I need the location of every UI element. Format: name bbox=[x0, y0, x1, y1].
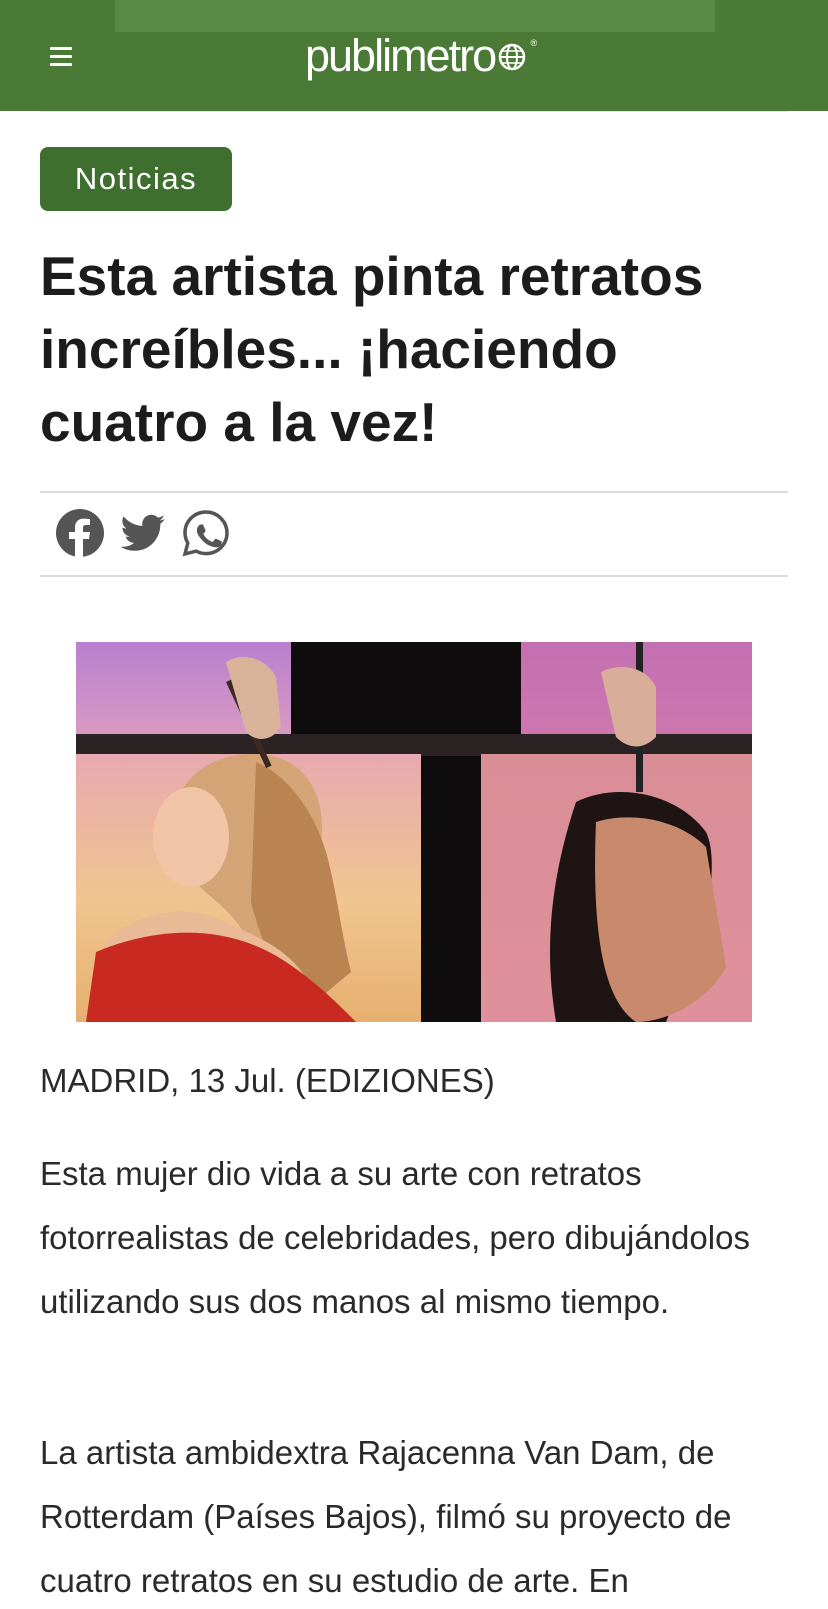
share-divider-bottom bbox=[40, 575, 788, 577]
logo-registered-mark: ® bbox=[530, 38, 538, 48]
logo-text: publimetro bbox=[305, 29, 497, 81]
site-logo[interactable]: publimetro ® bbox=[305, 29, 537, 81]
article-paragraph-1: Esta mujer dio vida a su arte con retrat… bbox=[40, 1155, 750, 1320]
article-title: Esta artista pinta retratos increíbles..… bbox=[40, 245, 704, 453]
category-tag[interactable]: Noticias bbox=[40, 147, 232, 211]
whatsapp-icon[interactable] bbox=[181, 508, 231, 558]
facebook-icon[interactable] bbox=[55, 508, 105, 558]
divider bbox=[40, 111, 788, 112]
share-divider-top bbox=[40, 491, 788, 493]
article-dateline: MADRID, 13 Jul. (EDIZIONES) bbox=[40, 1062, 495, 1099]
header-top-strip bbox=[115, 0, 715, 32]
globe-icon bbox=[498, 43, 526, 71]
hamburger-menu-icon[interactable] bbox=[50, 47, 74, 67]
twitter-icon[interactable] bbox=[118, 508, 168, 558]
article-paragraph-2: La artista ambidextra Rajacenna Van Dam,… bbox=[40, 1434, 732, 1599]
site-header: publimetro ® bbox=[0, 0, 828, 111]
article-photo bbox=[76, 642, 752, 1022]
